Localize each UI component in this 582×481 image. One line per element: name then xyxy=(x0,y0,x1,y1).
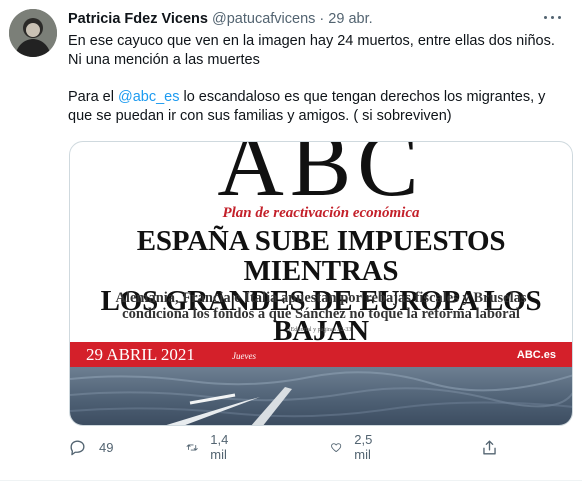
tweet-text: En ese cayuco que ven en la imagen hay 2… xyxy=(68,32,568,125)
retweet-icon xyxy=(186,444,198,450)
like-count: 2,5 mil xyxy=(354,432,373,462)
newspaper-subheadline: Alemania, Francia e Italia apuestan por … xyxy=(115,290,527,322)
band-day: Jueves xyxy=(232,351,256,361)
tweet-line: Ni una mención a las muertes xyxy=(68,51,260,68)
author-name[interactable]: Patricia Fdez Vicens xyxy=(68,11,208,27)
author-handle[interactable]: @patucafvicens xyxy=(212,11,315,27)
retweet-count: 1,4 mil xyxy=(210,432,229,462)
reply-icon xyxy=(70,439,85,455)
tweet-date[interactable]: 29 abr. xyxy=(328,11,372,27)
page-reference: [Editorial y páginas 32-33] xyxy=(288,327,354,333)
mention-link[interactable]: @abc_es xyxy=(118,89,179,105)
share-button[interactable] xyxy=(480,436,499,458)
separator: · xyxy=(319,11,325,27)
newspaper-masthead: ABC xyxy=(217,141,425,215)
section-kicker: Plan de reactivación económica xyxy=(222,205,420,221)
tweet-line: que se puedan ir con sus familias y amig… xyxy=(68,107,452,124)
tweet[interactable]: Patricia Fdez Vicens @patucafvicens · 29… xyxy=(0,0,582,481)
reply-button[interactable]: 49 xyxy=(68,436,113,458)
more-options-icon[interactable] xyxy=(542,8,564,26)
date-band: 29 ABRIL 2021 Jueves ABC.es xyxy=(70,342,572,367)
share-icon xyxy=(483,439,496,455)
tweet-line: Para el @abc_es lo escandaloso es que te… xyxy=(68,89,546,105)
heart-icon xyxy=(331,442,342,452)
tweet-image[interactable]: ABC Plan de reactivación económica ESPAÑ… xyxy=(69,141,573,426)
tweet-line: En ese cayuco que ven en la imagen hay 2… xyxy=(68,33,555,49)
avatar[interactable] xyxy=(9,9,57,57)
retweet-button[interactable]: 1,4 mil xyxy=(186,432,235,462)
band-date: 29 ABRIL 2021 xyxy=(86,345,195,364)
reply-count: 49 xyxy=(99,439,114,455)
sea-photo xyxy=(70,367,572,425)
like-button[interactable]: 2,5 mil xyxy=(330,432,379,462)
band-site: ABC.es xyxy=(516,349,556,361)
tweet-header: Patricia Fdez Vicens @patucafvicens · 29… xyxy=(68,10,373,28)
